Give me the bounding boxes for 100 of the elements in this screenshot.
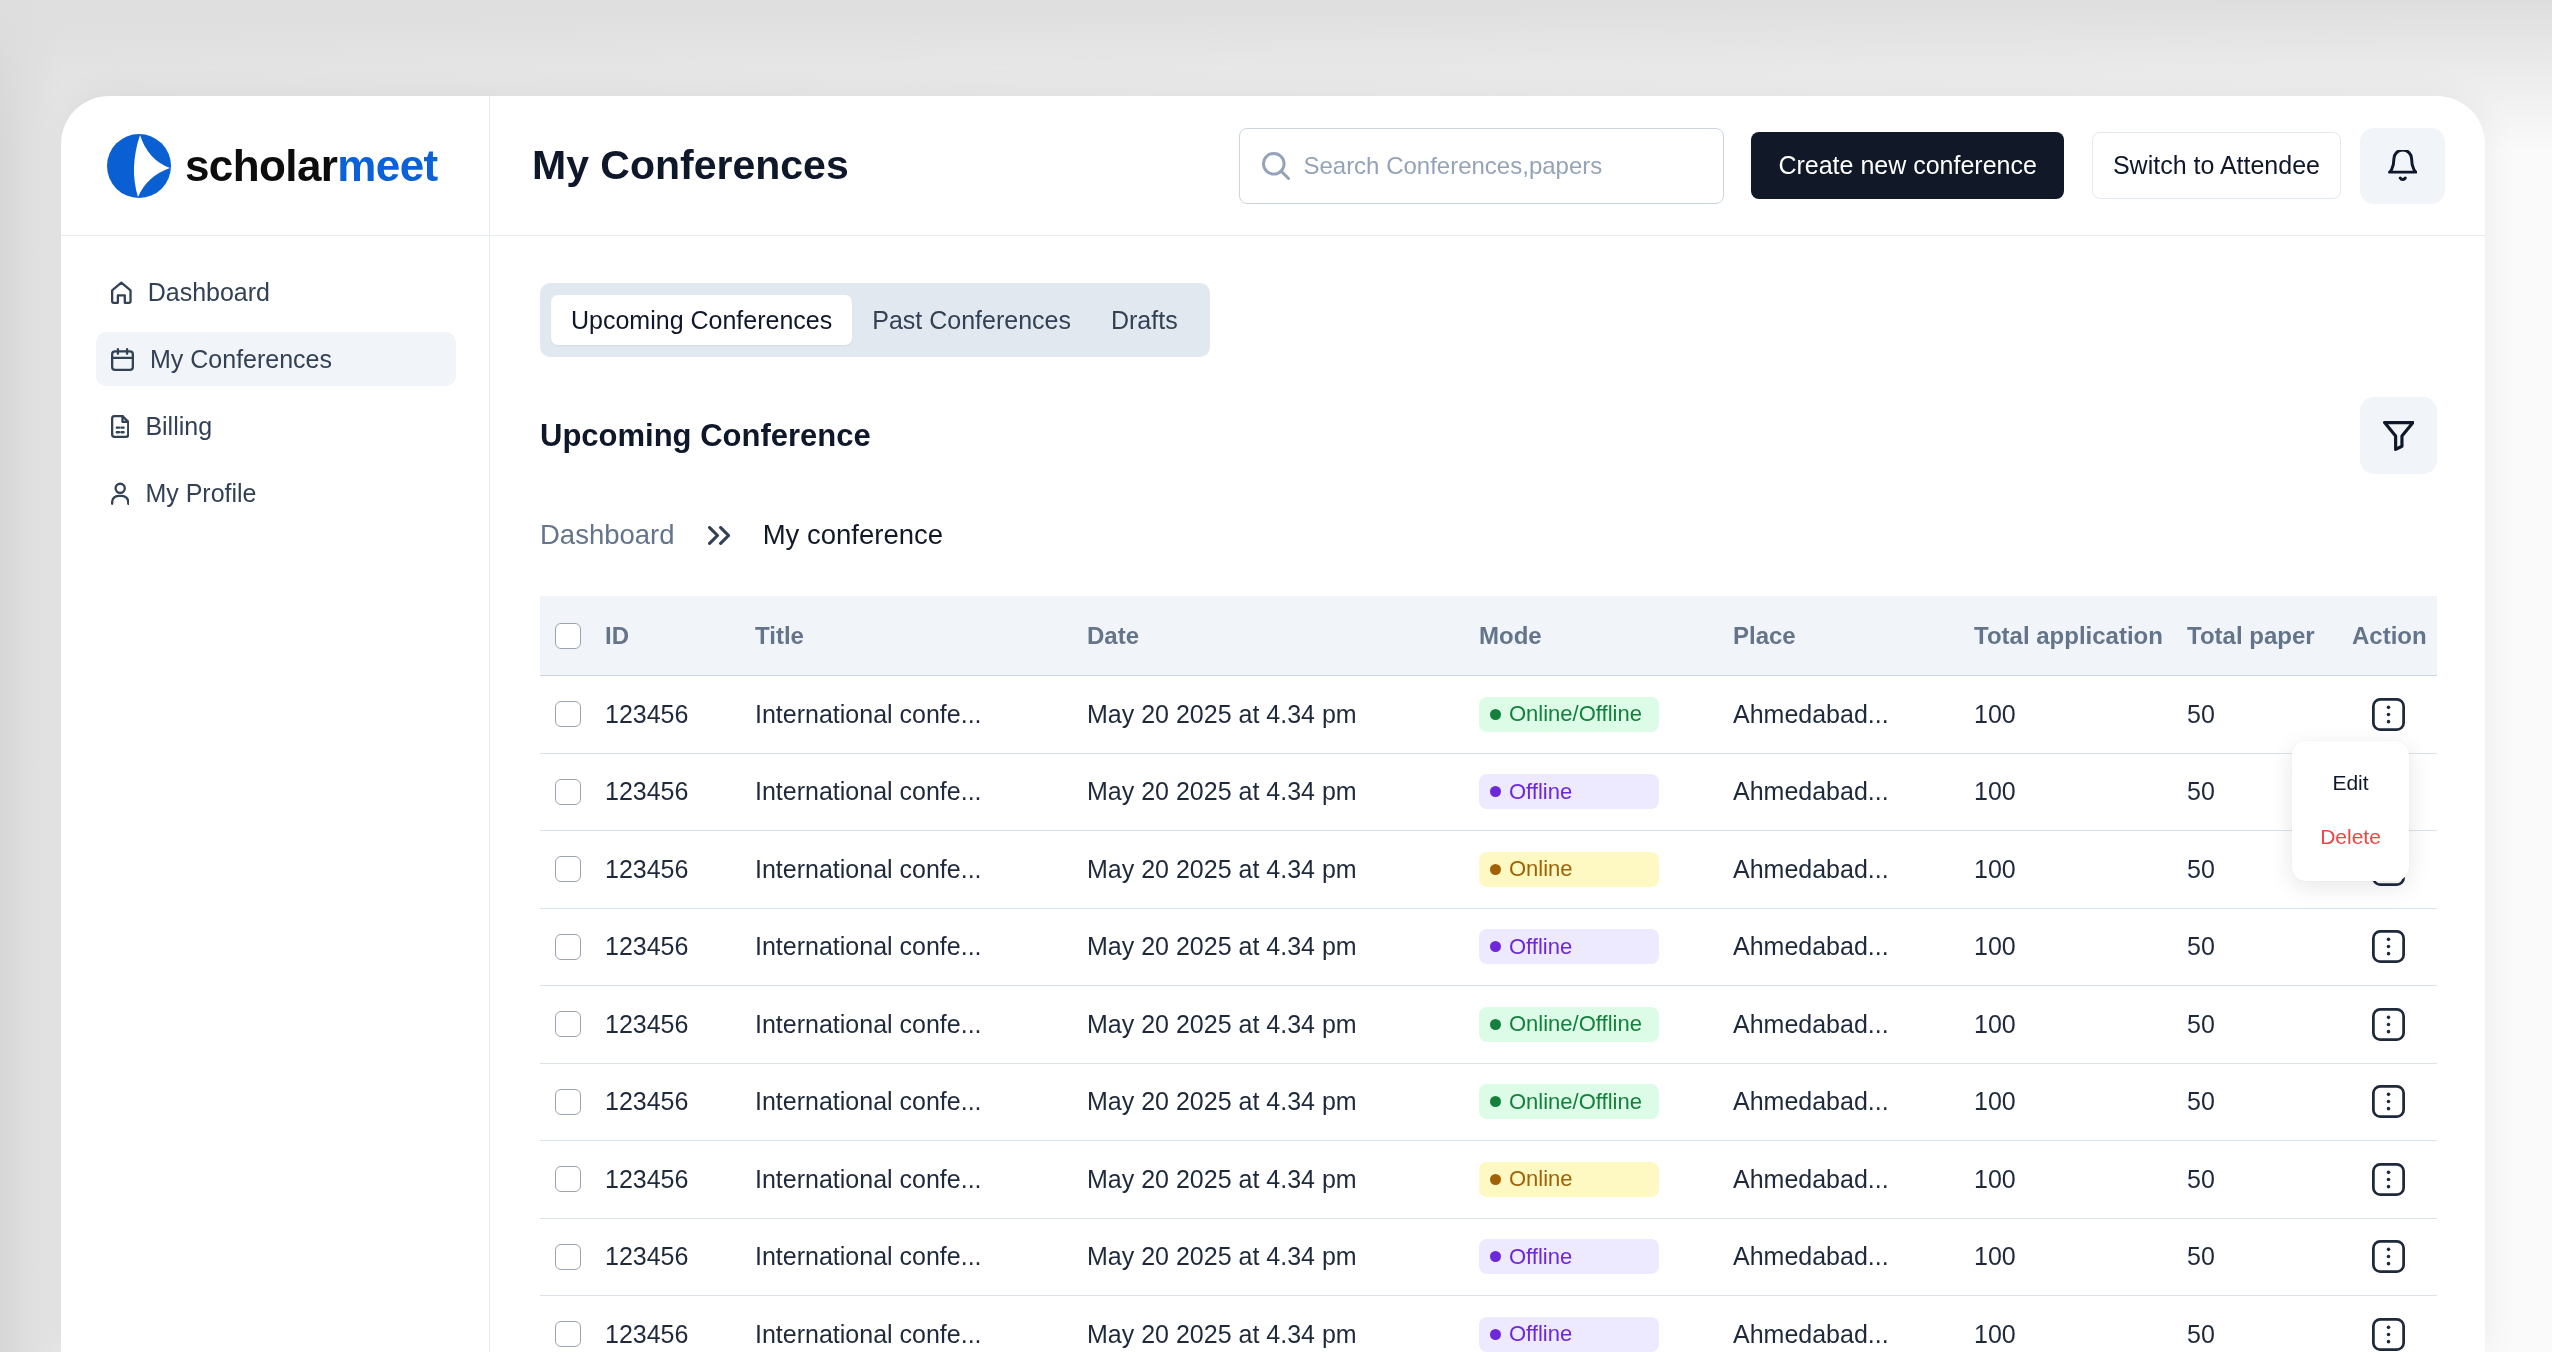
table-cell: 100 xyxy=(1974,1009,2016,1039)
table-cell: International confe... xyxy=(755,1242,982,1272)
mode-label: Offline xyxy=(1509,1243,1573,1270)
table-cell: International confe... xyxy=(755,1009,982,1039)
column-header: Total application xyxy=(1974,621,2163,650)
column-header: Mode xyxy=(1479,621,1542,650)
table-cell: Ahmedabad... xyxy=(1733,699,1889,729)
row-checkbox[interactable] xyxy=(555,1321,581,1348)
create-conference-button[interactable]: Create new conference xyxy=(1751,132,2064,199)
table-cell: International confe... xyxy=(755,932,982,962)
table-cell: International confe... xyxy=(755,777,982,807)
column-header: Total paper xyxy=(2187,621,2315,650)
mode-label: Offline xyxy=(1509,933,1573,960)
table-cell: 50 xyxy=(2187,854,2215,884)
table-cell: 50 xyxy=(2187,1087,2215,1117)
row-checkbox[interactable] xyxy=(555,856,581,883)
table-cell: 100 xyxy=(1974,777,2016,807)
table-cell: International confe... xyxy=(755,1087,982,1117)
table-cell: May 20 2025 at 4.34 pm xyxy=(1087,1319,1357,1349)
more-options-icon[interactable] xyxy=(2372,1240,2405,1274)
column-header: Date xyxy=(1087,621,1140,650)
table-cell: 100 xyxy=(1974,854,2016,884)
more-options-icon[interactable] xyxy=(2372,1085,2405,1119)
page-title: My Conferences xyxy=(532,142,849,189)
mode-label: Offline xyxy=(1509,1321,1573,1348)
notifications-button[interactable] xyxy=(2360,127,2445,204)
document-icon xyxy=(111,414,130,438)
switch-role-button[interactable]: Switch to Attendee xyxy=(2091,132,2341,199)
table-cell: 50 xyxy=(2187,777,2215,807)
table-cell: 100 xyxy=(1974,699,2016,729)
sidebar-item[interactable]: My Profile xyxy=(96,466,456,520)
sidebar-item[interactable]: Dashboard xyxy=(96,265,456,319)
table-cell: Ahmedabad... xyxy=(1733,777,1889,807)
user-icon xyxy=(111,481,130,505)
row-checkbox[interactable] xyxy=(555,1166,581,1193)
row-checkbox[interactable] xyxy=(555,933,581,960)
bell-icon xyxy=(2387,150,2418,181)
table-cell: Ahmedabad... xyxy=(1733,1242,1889,1272)
sidebar-item[interactable]: My Conferences xyxy=(96,332,456,386)
row-checkbox[interactable] xyxy=(555,1011,581,1038)
mode-label: Online xyxy=(1509,1166,1573,1193)
table-cell: May 20 2025 at 4.34 pm xyxy=(1087,1164,1357,1194)
table-cell: 100 xyxy=(1974,1319,2016,1349)
table-cell: 50 xyxy=(2187,1242,2215,1272)
row-checkbox[interactable] xyxy=(555,778,581,805)
table-cell: Ahmedabad... xyxy=(1733,1009,1889,1039)
column-header: Place xyxy=(1733,621,1796,650)
table-cell: 100 xyxy=(1974,1087,2016,1117)
table-cell: May 20 2025 at 4.34 pm xyxy=(1087,854,1357,884)
table-cell: 123456 xyxy=(605,1242,689,1272)
column-header: Title xyxy=(755,621,804,650)
row-checkbox[interactable] xyxy=(555,1243,581,1270)
tab[interactable]: Upcoming Conferences xyxy=(551,295,853,345)
select-all-checkbox[interactable] xyxy=(555,622,581,649)
table-cell: Ahmedabad... xyxy=(1733,1087,1889,1117)
menu-item[interactable]: Edit xyxy=(2326,766,2375,800)
tab[interactable]: Drafts xyxy=(1090,295,1198,345)
menu-item[interactable]: Delete xyxy=(2314,820,2387,854)
table-cell: 123456 xyxy=(605,1319,689,1349)
table-cell: May 20 2025 at 4.34 pm xyxy=(1087,932,1357,962)
table-cell: 50 xyxy=(2187,1164,2215,1194)
column-header: Action xyxy=(2352,621,2427,650)
mode-label: Online/Offline xyxy=(1509,701,1642,728)
row-checkbox[interactable] xyxy=(555,701,581,728)
table-cell: 100 xyxy=(1974,932,2016,962)
table-cell: 100 xyxy=(1974,1242,2016,1272)
filter-button[interactable] xyxy=(2360,397,2437,474)
table-cell: May 20 2025 at 4.34 pm xyxy=(1087,699,1357,729)
table-cell: 123456 xyxy=(605,932,689,962)
table-cell: 50 xyxy=(2187,932,2215,962)
table-cell: 50 xyxy=(2187,699,2215,729)
tab[interactable]: Past Conferences xyxy=(852,295,1091,345)
table-cell: Ahmedabad... xyxy=(1733,1319,1889,1349)
table-cell: 123456 xyxy=(605,1164,689,1194)
table-cell: May 20 2025 at 4.34 pm xyxy=(1087,777,1357,807)
more-options-icon[interactable] xyxy=(2372,1007,2405,1041)
mode-label: Online/Offline xyxy=(1509,1088,1642,1115)
search-field[interactable]: Search Conferences,papers xyxy=(1239,127,1725,204)
table-cell: International confe... xyxy=(755,854,982,884)
more-options-icon[interactable] xyxy=(2372,1162,2405,1196)
column-header: ID xyxy=(605,621,629,650)
mode-label: Online/Offline xyxy=(1509,1011,1642,1038)
logo-icon xyxy=(107,133,171,198)
section-title: Upcoming Conference xyxy=(540,417,871,454)
chevrons-right-icon xyxy=(707,525,730,545)
mode-label: Online xyxy=(1509,856,1573,883)
logo-wordmark: scholarmeet xyxy=(185,143,438,188)
breadcrumb-current: My conference xyxy=(762,520,944,550)
sidebar-item[interactable]: Billing xyxy=(96,399,456,453)
calendar-icon xyxy=(111,347,134,371)
table-cell: 100 xyxy=(1974,1164,2016,1194)
row-checkbox[interactable] xyxy=(555,1088,581,1115)
more-options-icon[interactable] xyxy=(2372,697,2405,731)
more-options-icon[interactable] xyxy=(2372,930,2405,964)
breadcrumb-link[interactable]: Dashboard xyxy=(540,520,675,550)
table-cell: 123456 xyxy=(605,777,689,807)
table-cell: Ahmedabad... xyxy=(1733,854,1889,884)
more-options-icon[interactable] xyxy=(2372,1317,2405,1351)
table-cell: International confe... xyxy=(755,1319,982,1349)
table-cell: 123456 xyxy=(605,1009,689,1039)
